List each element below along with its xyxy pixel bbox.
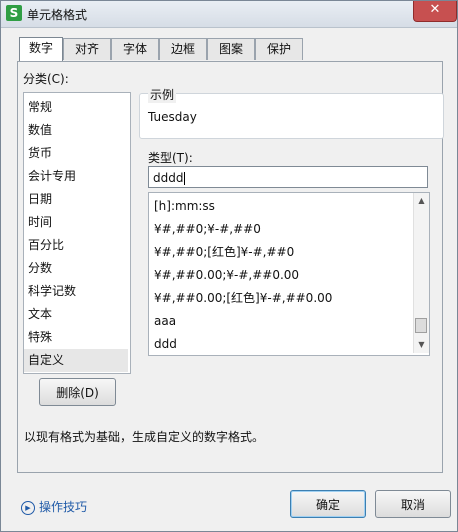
format-item[interactable]: aaa (149, 310, 411, 333)
format-item[interactable]: [h]:mm:ss (149, 195, 411, 218)
category-label: 分类(C): (23, 72, 69, 86)
category-item-time[interactable]: 时间 (24, 211, 128, 234)
sample-value: Tuesday (148, 110, 197, 124)
tab-protection[interactable]: 保护 (255, 38, 303, 60)
scroll-thumb[interactable] (415, 318, 427, 333)
delete-button[interactable]: 删除(D) (39, 378, 116, 406)
format-list-scrollbar[interactable]: ▲ ▼ (413, 193, 429, 353)
category-item-currency[interactable]: 货币 (24, 142, 128, 165)
format-item[interactable]: ddd (149, 333, 411, 355)
category-item-text[interactable]: 文本 (24, 303, 128, 326)
type-label: 类型(T): (148, 151, 193, 165)
sample-label: 示例 (148, 86, 177, 103)
category-item-scientific[interactable]: 科学记数 (24, 280, 128, 303)
category-item-date[interactable]: 日期 (24, 188, 128, 211)
category-item-accounting[interactable]: 会计专用 (24, 165, 128, 188)
close-button[interactable]: ✕ (413, 1, 457, 22)
format-item[interactable]: ¥#,##0.00;¥-#,##0.00 (149, 264, 411, 287)
category-list[interactable]: 常规 数值 货币 会计专用 日期 时间 百分比 分数 科学记数 文本 特殊 自定… (23, 92, 131, 374)
scroll-up-arrow-icon[interactable]: ▲ (414, 193, 429, 209)
category-item-fraction[interactable]: 分数 (24, 257, 128, 280)
tab-font[interactable]: 字体 (111, 38, 159, 60)
type-input-value: dddd (153, 171, 184, 185)
tips-label: 操作技巧 (39, 500, 88, 514)
category-item-general[interactable]: 常规 (24, 96, 128, 119)
tab-number[interactable]: 数字 (19, 37, 63, 61)
sample-group: 示例 Tuesday (139, 86, 444, 139)
type-input[interactable]: dddd (148, 166, 428, 188)
dialog-title: 单元格格式 (27, 8, 88, 22)
format-cells-dialog: S 单元格格式 ✕ 数字 对齐 字体 边框 图案 保护 分类(C): 常规 数值… (0, 0, 458, 532)
format-item[interactable]: ¥#,##0;¥-#,##0 (149, 218, 411, 241)
format-item[interactable]: ¥#,##0.00;[红色]¥-#,##0.00 (149, 287, 411, 310)
tab-alignment[interactable]: 对齐 (63, 38, 111, 60)
ok-button[interactable]: 确定 (290, 490, 366, 518)
play-icon: ▶ (21, 500, 35, 515)
title-bar: S 单元格格式 ✕ (1, 1, 457, 28)
number-tab-panel: 分类(C): 常规 数值 货币 会计专用 日期 时间 百分比 分数 科学记数 文… (17, 61, 444, 473)
category-item-custom[interactable]: 自定义 (24, 349, 128, 372)
format-item[interactable]: ¥#,##0;[红色]¥-#,##0 (149, 241, 411, 264)
category-item-special[interactable]: 特殊 (24, 326, 128, 349)
cancel-button[interactable]: 取消 (375, 490, 451, 518)
category-item-number[interactable]: 数值 (24, 119, 128, 142)
custom-format-hint: 以现有格式为基础，生成自定义的数字格式。 (24, 430, 265, 444)
app-icon: S (6, 5, 22, 21)
tab-border[interactable]: 边框 (159, 38, 207, 60)
category-item-percentage[interactable]: 百分比 (24, 234, 128, 257)
tips-link[interactable]: ▶ 操作技巧 (21, 498, 87, 515)
text-caret (184, 172, 186, 185)
format-type-list[interactable]: [h]:mm:ss ¥#,##0;¥-#,##0 ¥#,##0;[红色]¥-#,… (148, 192, 430, 356)
tab-pattern[interactable]: 图案 (207, 38, 255, 60)
scroll-down-arrow-icon[interactable]: ▼ (414, 337, 429, 353)
